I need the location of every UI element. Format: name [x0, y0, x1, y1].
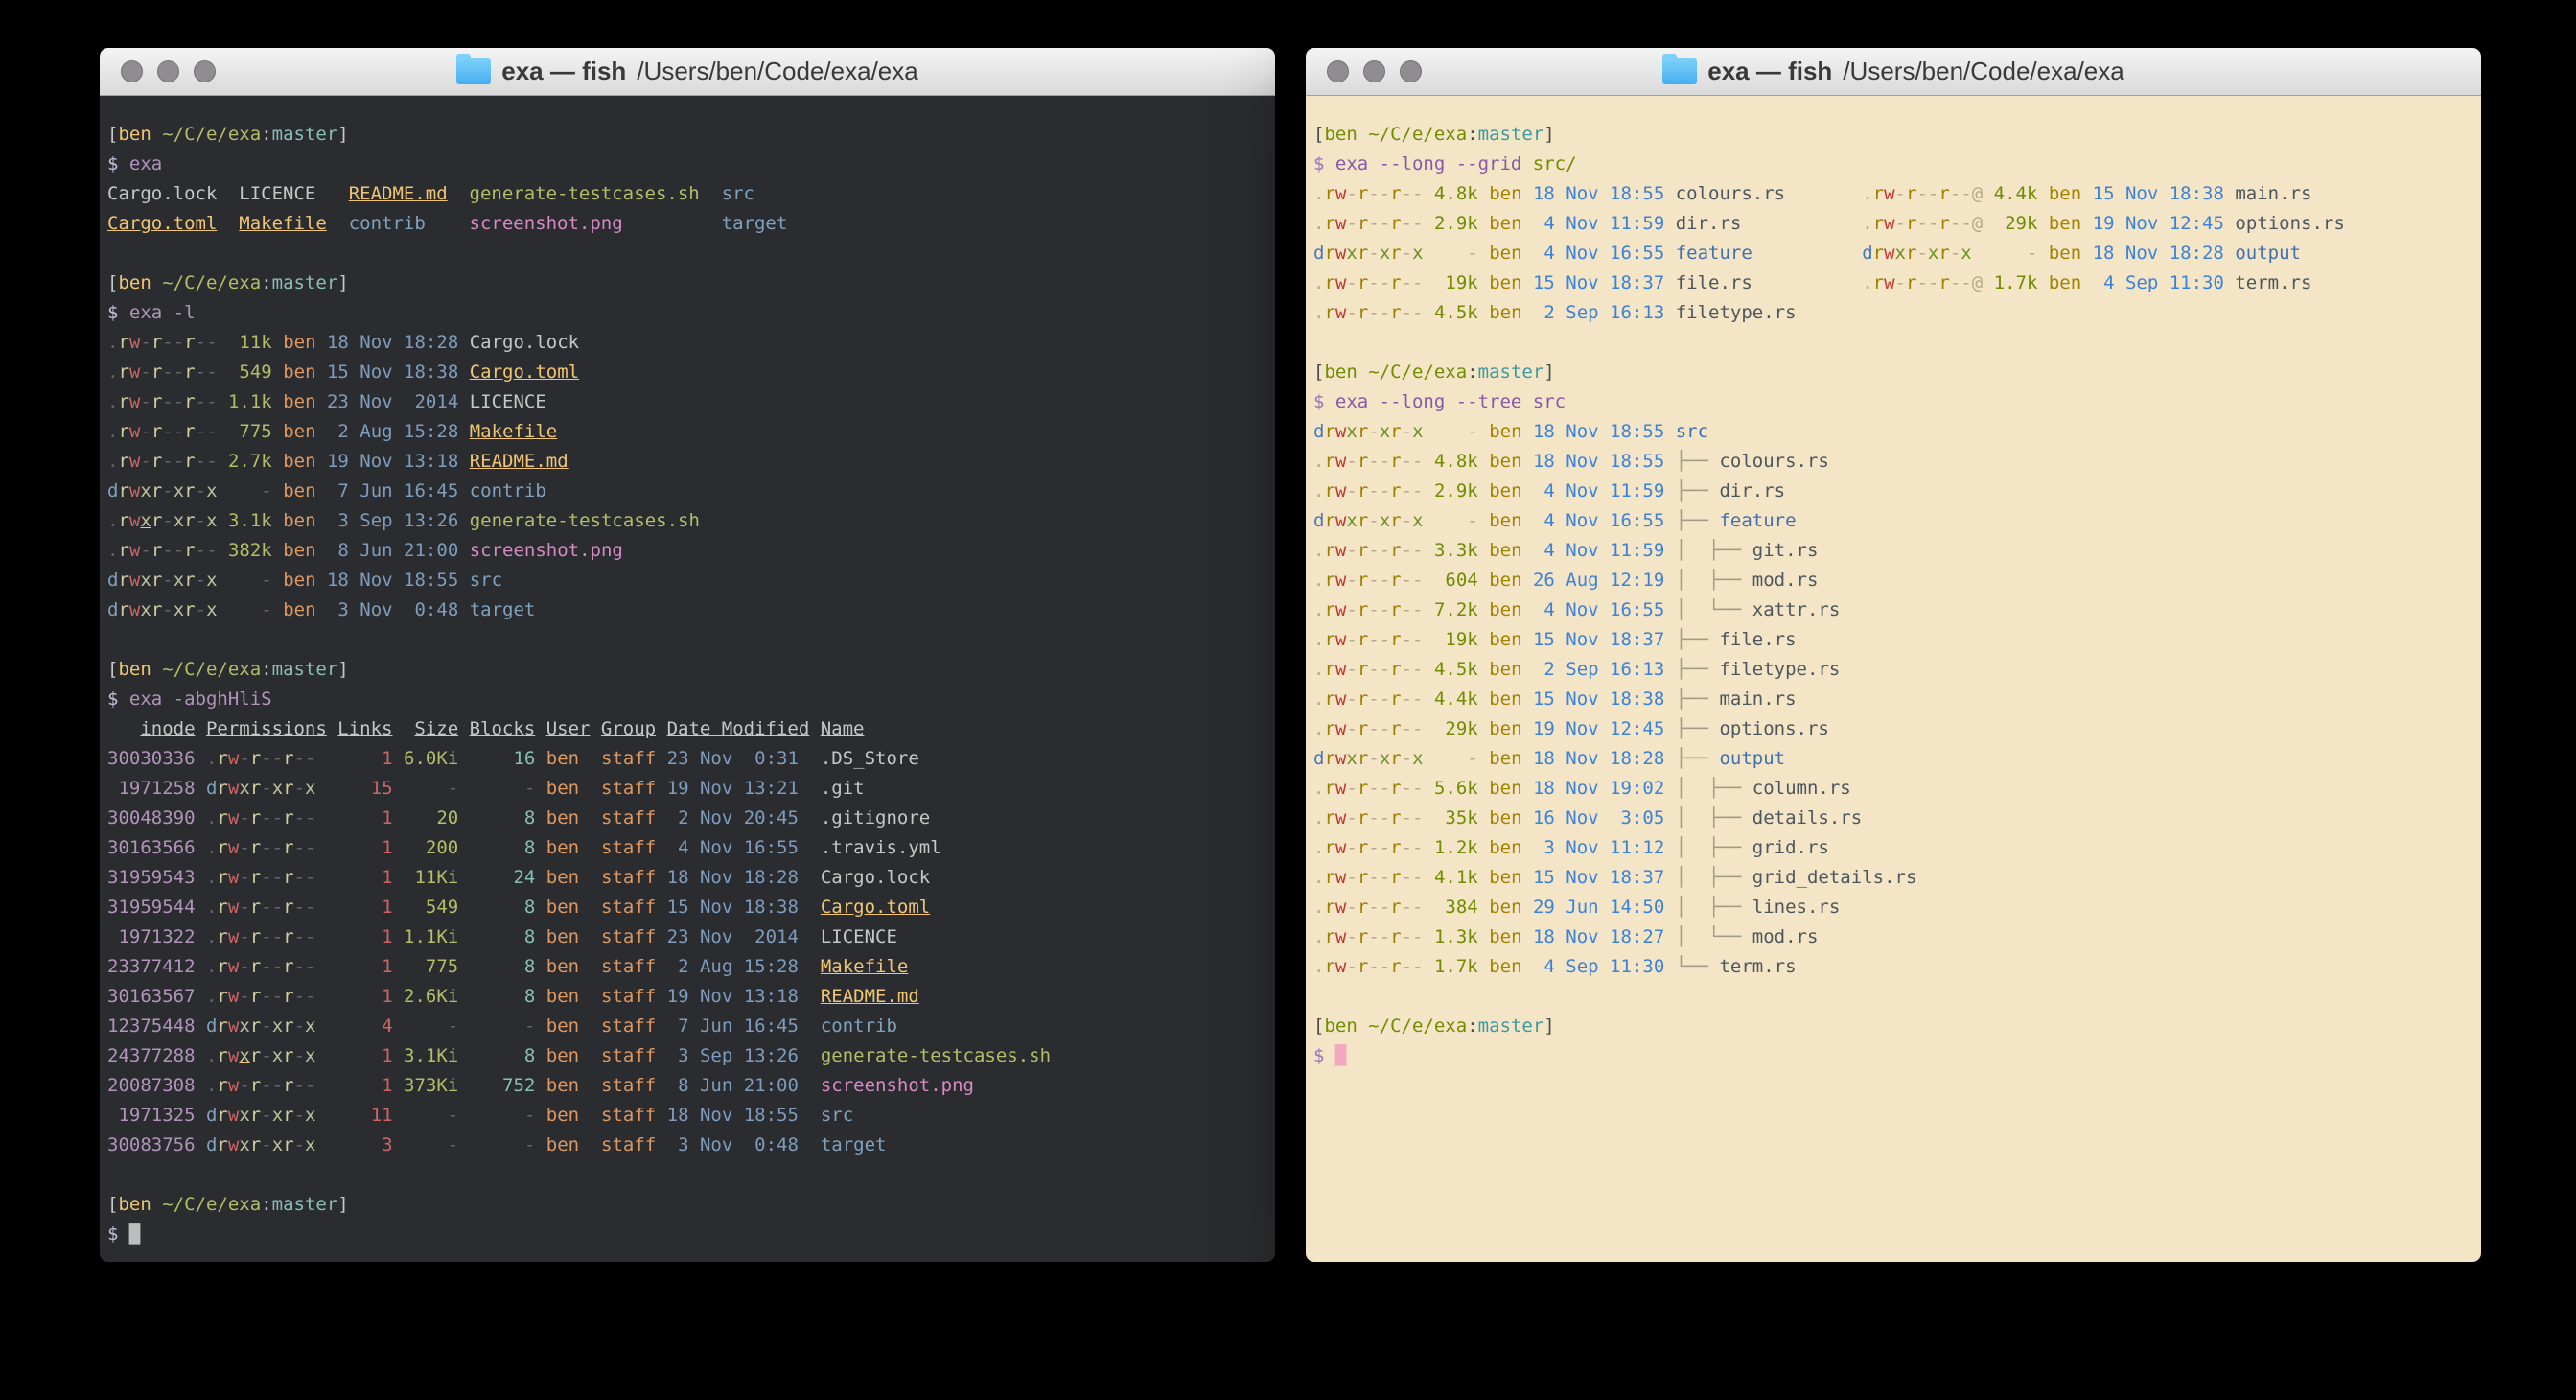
window-title-app: exa — fish	[1707, 57, 1832, 86]
window-title-app: exa — fish	[501, 57, 626, 86]
terminal-line: $ █	[107, 1220, 1267, 1249]
minimize-button[interactable]	[157, 60, 179, 82]
terminal-line: drwxr-xr-x - ben 18 Nov 18:55 src	[107, 566, 1267, 595]
terminal-line: [ben ~/C/e/exa:master]	[1313, 120, 2473, 150]
terminal-line: 31959543 .rw-r--r-- 1 11Ki 24 ben staff …	[107, 863, 1267, 893]
terminal-line: Cargo.toml Makefile contrib screenshot.p…	[107, 209, 1267, 239]
terminal-line: .rwxr-xr-x 3.1k ben 3 Sep 13:26 generate…	[107, 506, 1267, 536]
terminal-line: 1971325 drwxr-xr-x 11 - - ben staff 18 N…	[107, 1101, 1267, 1131]
terminal-line	[1313, 982, 2473, 1012]
terminal-line: 30048390 .rw-r--r-- 1 20 8 ben staff 2 N…	[107, 804, 1267, 833]
terminal-line: 1971322 .rw-r--r-- 1 1.1Ki 8 ben staff 2…	[107, 922, 1267, 952]
terminal-content[interactable]: [ben ~/C/e/exa:master]$ exaCargo.lock LI…	[100, 96, 1275, 1262]
terminal-line: [ben ~/C/e/exa:master]	[107, 1190, 1267, 1220]
terminal-line: .rw-r--r-- 35k ben 16 Nov 3:05 │ ├── det…	[1313, 804, 2473, 833]
terminal-line: .rw-r--r-- 2.9k ben 4 Nov 11:59 ├── dir.…	[1313, 477, 2473, 506]
zoom-button[interactable]	[194, 60, 216, 82]
terminal-line: .rw-r--r-- 2.7k ben 19 Nov 13:18 README.…	[107, 447, 1267, 477]
terminal-line: .rw-r--r-- 775 ben 2 Aug 15:28 Makefile	[107, 417, 1267, 447]
terminal-line: drwxr-xr-x - ben 4 Nov 16:55 feature drw…	[1313, 239, 2473, 268]
terminal-line: 20087308 .rw-r--r-- 1 373Ki 752 ben staf…	[107, 1071, 1267, 1101]
terminal-line: drwxr-xr-x - ben 7 Jun 16:45 contrib	[107, 477, 1267, 506]
terminal-line: .rw-r--r-- 384 ben 29 Jun 14:50 │ ├── li…	[1313, 893, 2473, 922]
terminal-line: .rw-r--r-- 2.9k ben 4 Nov 11:59 dir.rs .…	[1313, 209, 2473, 239]
terminal-line: .rw-r--r-- 19k ben 15 Nov 18:37 ├── file…	[1313, 625, 2473, 655]
terminal-line: 30163566 .rw-r--r-- 1 200 8 ben staff 4 …	[107, 833, 1267, 863]
desktop-background: { "window_left": { "title_app": "exa — f…	[0, 0, 2576, 1400]
window-title: exa — fish /Users/ben/Code/exa/exa	[456, 57, 917, 86]
terminal-content[interactable]: [ben ~/C/e/exa:master]$ exa --long --gri…	[1306, 96, 2481, 1262]
terminal-line: [ben ~/C/e/exa:master]	[107, 268, 1267, 298]
terminal-line: drwxr-xr-x - ben 18 Nov 18:28 ├── output	[1313, 744, 2473, 774]
terminal-line: .rw-r--r-- 604 ben 26 Aug 12:19 │ ├── mo…	[1313, 566, 2473, 595]
terminal-line	[1313, 328, 2473, 358]
terminal-line: $ exa --long --grid src/	[1313, 150, 2473, 179]
terminal-window-dark: exa — fish /Users/ben/Code/exa/exa [ben …	[100, 48, 1275, 1262]
titlebar[interactable]: exa — fish /Users/ben/Code/exa/exa	[1306, 48, 2481, 96]
terminal-line: .rw-r--r-- 11k ben 18 Nov 18:28 Cargo.lo…	[107, 328, 1267, 358]
terminal-line	[107, 1160, 1267, 1190]
window-title-path: /Users/ben/Code/exa/exa	[637, 57, 917, 86]
traffic-lights	[1327, 48, 1422, 95]
terminal-line: 23377412 .rw-r--r-- 1 775 8 ben staff 2 …	[107, 952, 1267, 982]
terminal-line: $ exa --long --tree src	[1313, 387, 2473, 417]
terminal-line: $ exa	[107, 150, 1267, 179]
close-button[interactable]	[1327, 60, 1349, 82]
traffic-lights	[121, 48, 216, 95]
terminal-line: 31959544 .rw-r--r-- 1 549 8 ben staff 15…	[107, 893, 1267, 922]
terminal-line: 30163567 .rw-r--r-- 1 2.6Ki 8 ben staff …	[107, 982, 1267, 1012]
terminal-line: .rw-r--r-- 3.3k ben 4 Nov 11:59 │ ├── gi…	[1313, 536, 2473, 566]
terminal-line: [ben ~/C/e/exa:master]	[107, 655, 1267, 685]
terminal-line: drwxr-xr-x - ben 4 Nov 16:55 ├── feature	[1313, 506, 2473, 536]
terminal-line: .rw-r--r-- 4.4k ben 15 Nov 18:38 ├── mai…	[1313, 685, 2473, 714]
minimize-button[interactable]	[1363, 60, 1385, 82]
terminal-line: [ben ~/C/e/exa:master]	[1313, 358, 2473, 387]
terminal-window-light: exa — fish /Users/ben/Code/exa/exa [ben …	[1306, 48, 2481, 1262]
terminal-line: Cargo.lock LICENCE README.md generate-te…	[107, 179, 1267, 209]
terminal-line: $ exa -abghHliS	[107, 685, 1267, 714]
terminal-line: .rw-r--r-- 7.2k ben 4 Nov 16:55 │ └── xa…	[1313, 595, 2473, 625]
terminal-cursor: █	[129, 1224, 140, 1245]
window-title: exa — fish /Users/ben/Code/exa/exa	[1662, 57, 2123, 86]
terminal-line: [ben ~/C/e/exa:master]	[1313, 1012, 2473, 1041]
terminal-line: [ben ~/C/e/exa:master]	[107, 120, 1267, 150]
terminal-line: .rw-r--r-- 19k ben 15 Nov 18:37 file.rs …	[1313, 268, 2473, 298]
terminal-line: .rw-r--r-- 4.5k ben 2 Sep 16:13 filetype…	[1313, 298, 2473, 328]
terminal-line: 30030336 .rw-r--r-- 1 6.0Ki 16 ben staff…	[107, 744, 1267, 774]
terminal-cursor: █	[1335, 1045, 1346, 1066]
terminal-line	[107, 625, 1267, 655]
zoom-button[interactable]	[1400, 60, 1422, 82]
terminal-line: .rw-r--r-- 4.8k ben 18 Nov 18:55 colours…	[1313, 179, 2473, 209]
terminal-line: $ exa -l	[107, 298, 1267, 328]
terminal-line: 24377288 .rwxr-xr-x 1 3.1Ki 8 ben staff …	[107, 1041, 1267, 1071]
titlebar[interactable]: exa — fish /Users/ben/Code/exa/exa	[100, 48, 1275, 96]
window-title-path: /Users/ben/Code/exa/exa	[1843, 57, 2123, 86]
terminal-line: .rw-r--r-- 4.1k ben 15 Nov 18:37 │ ├── g…	[1313, 863, 2473, 893]
terminal-line: drwxr-xr-x - ben 18 Nov 18:55 src	[1313, 417, 2473, 447]
terminal-line: 12375448 drwxr-xr-x 4 - - ben staff 7 Ju…	[107, 1012, 1267, 1041]
terminal-line: .rw-r--r-- 549 ben 15 Nov 18:38 Cargo.to…	[107, 358, 1267, 387]
terminal-line: .rw-r--r-- 1.2k ben 3 Nov 11:12 │ ├── gr…	[1313, 833, 2473, 863]
folder-icon	[1662, 58, 1697, 84]
close-button[interactable]	[121, 60, 143, 82]
terminal-line: 30083756 drwxr-xr-x 3 - - ben staff 3 No…	[107, 1131, 1267, 1160]
terminal-line: .rw-r--r-- 5.6k ben 18 Nov 19:02 │ ├── c…	[1313, 774, 2473, 804]
terminal-line: 1971258 drwxr-xr-x 15 - - ben staff 19 N…	[107, 774, 1267, 804]
terminal-line: drwxr-xr-x - ben 3 Nov 0:48 target	[107, 595, 1267, 625]
folder-icon	[456, 58, 491, 84]
terminal-line: .rw-r--r-- 4.8k ben 18 Nov 18:55 ├── col…	[1313, 447, 2473, 477]
terminal-line	[107, 239, 1267, 268]
terminal-line: .rw-r--r-- 4.5k ben 2 Sep 16:13 ├── file…	[1313, 655, 2473, 685]
terminal-line: .rw-r--r-- 1.3k ben 18 Nov 18:27 │ └── m…	[1313, 922, 2473, 952]
terminal-line: inode Permissions Links Size Blocks User…	[107, 714, 1267, 744]
terminal-line: .rw-r--r-- 1.7k ben 4 Sep 11:30 └── term…	[1313, 952, 2473, 982]
terminal-line: .rw-r--r-- 1.1k ben 23 Nov 2014 LICENCE	[107, 387, 1267, 417]
terminal-line: .rw-r--r-- 29k ben 19 Nov 12:45 ├── opti…	[1313, 714, 2473, 744]
terminal-line: $ █	[1313, 1041, 2473, 1071]
terminal-line: .rw-r--r-- 382k ben 8 Jun 21:00 screensh…	[107, 536, 1267, 566]
